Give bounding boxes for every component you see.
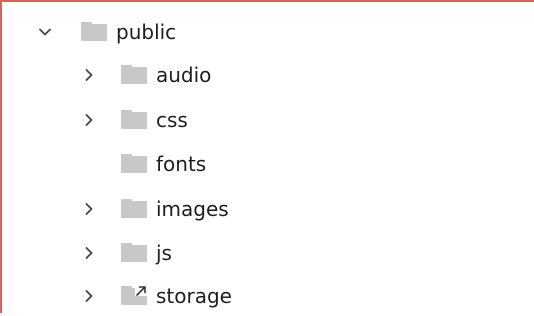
chevron-right-icon[interactable]	[78, 285, 100, 307]
tree-item-fonts[interactable]: fonts	[2, 144, 534, 184]
tree-item-label: images	[156, 197, 229, 221]
folder-icon	[120, 198, 148, 220]
tree-item-js[interactable]: js	[2, 233, 534, 273]
tree-item-public[interactable]: public	[2, 12, 534, 52]
tree-item-label: audio	[156, 63, 212, 87]
folder-icon	[120, 242, 148, 264]
folder-icon	[120, 153, 148, 175]
tree-item-label: css	[156, 108, 188, 132]
tree-item-label: public	[116, 20, 177, 44]
file-explorer-panel: public audio css fonts images js storage	[0, 0, 534, 313]
chevron-right-icon[interactable]	[78, 198, 100, 220]
chevron-right-icon[interactable]	[78, 64, 100, 86]
folder-symlink-icon	[120, 285, 148, 307]
chevron-down-icon[interactable]	[34, 21, 56, 43]
tree-item-css[interactable]: css	[2, 100, 534, 140]
tree-item-label: fonts	[156, 152, 207, 176]
tree-item-audio[interactable]: audio	[2, 55, 534, 95]
chevron-right-icon[interactable]	[78, 109, 100, 131]
folder-icon	[120, 109, 148, 131]
tree-item-label: js	[156, 241, 172, 265]
tree-item-storage[interactable]: storage	[2, 276, 534, 316]
tree-item-images[interactable]: images	[2, 189, 534, 229]
chevron-right-icon[interactable]	[78, 242, 100, 264]
folder-icon	[120, 64, 148, 86]
folder-icon	[80, 21, 108, 43]
tree-item-label: storage	[156, 284, 232, 308]
